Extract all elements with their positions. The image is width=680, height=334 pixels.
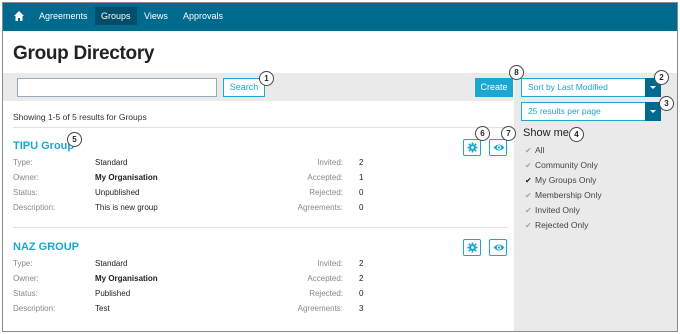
create-button[interactable]: Create xyxy=(475,78,513,97)
filter-option[interactable]: ✔ All xyxy=(525,145,544,155)
filter-option[interactable]: ✔ My Groups Only xyxy=(525,175,596,185)
view-button[interactable] xyxy=(489,139,507,156)
accepted-label: Accepted: xyxy=(307,274,343,283)
filter-option[interactable]: ✔ Rejected Only xyxy=(525,220,588,230)
callout-marker: 6 xyxy=(475,126,490,141)
filter-option-label: Rejected Only xyxy=(535,220,589,230)
group-title-link[interactable]: TIPU Group xyxy=(13,140,74,152)
settings-button[interactable] xyxy=(463,239,481,256)
nav-groups[interactable]: Groups xyxy=(95,7,137,25)
owner-value: My Organisation xyxy=(95,274,158,283)
type-value: Standard xyxy=(95,259,128,268)
eye-icon xyxy=(493,244,505,251)
agreements-label: Agreements: xyxy=(297,304,343,313)
checkmark-icon: ✔ xyxy=(525,176,532,185)
callout-marker: 1 xyxy=(259,71,274,86)
checkmark-icon: ✔ xyxy=(525,206,532,215)
group-title-link[interactable]: NAZ GROUP xyxy=(13,241,79,253)
eye-icon xyxy=(493,144,505,151)
agreements-label: Agreements: xyxy=(297,203,343,212)
status-label: Status: xyxy=(13,289,38,298)
type-label: Type: xyxy=(13,259,33,268)
nav-agreements[interactable]: Agreements xyxy=(39,11,88,21)
callout-marker: 2 xyxy=(654,70,669,85)
home-icon[interactable] xyxy=(13,10,25,22)
filter-option[interactable]: ✔ Membership Only xyxy=(525,190,602,200)
agreements-count: 3 xyxy=(359,304,364,313)
type-label: Type: xyxy=(13,158,33,167)
rejected-count: 0 xyxy=(359,188,364,197)
accepted-count: 1 xyxy=(359,173,364,182)
gear-icon xyxy=(467,142,478,153)
accepted-count: 2 xyxy=(359,274,364,283)
filter-option[interactable]: ✔ Invited Only xyxy=(525,205,580,215)
view-button[interactable] xyxy=(489,239,507,256)
owner-value: My Organisation xyxy=(95,173,158,182)
sort-select[interactable]: Sort by Last Modified xyxy=(521,78,661,97)
accepted-label: Accepted: xyxy=(307,173,343,182)
invited-label: Invited: xyxy=(317,158,343,167)
rejected-count: 0 xyxy=(359,289,364,298)
show-me-heading: Show me xyxy=(523,127,569,139)
type-value: Standard xyxy=(95,158,128,167)
callout-marker: 5 xyxy=(67,132,82,147)
page-size-select[interactable]: 25 results per page xyxy=(521,102,661,121)
description-value: Test xyxy=(95,304,110,313)
page-title: Group Directory xyxy=(13,43,155,64)
checkmark-icon: ✔ xyxy=(525,191,532,200)
status-label: Status: xyxy=(13,188,38,197)
checkmark-icon: ✔ xyxy=(525,161,532,170)
divider xyxy=(13,127,508,128)
filter-option-label: My Groups Only xyxy=(535,175,597,185)
page-size-select-value: 25 results per page xyxy=(528,106,601,116)
filter-option-label: Invited Only xyxy=(535,205,580,215)
description-value: This is new group xyxy=(95,203,158,212)
description-label: Description: xyxy=(13,304,56,313)
divider xyxy=(13,227,508,228)
results-summary: Showing 1-5 of 5 results for Groups xyxy=(13,112,147,122)
status-value: Published xyxy=(95,289,131,298)
rejected-label: Rejected: xyxy=(309,188,343,197)
callout-marker: 4 xyxy=(569,127,584,142)
invited-count: 2 xyxy=(359,259,364,268)
invited-count: 2 xyxy=(359,158,364,167)
filter-option[interactable]: ✔ Community Only xyxy=(525,160,598,170)
nav-views[interactable]: Views xyxy=(144,11,168,21)
gear-icon xyxy=(467,242,478,253)
sort-select-value: Sort by Last Modified xyxy=(528,82,608,92)
callout-marker: 7 xyxy=(501,126,516,141)
filter-option-label: All xyxy=(535,145,545,155)
checkmark-icon: ✔ xyxy=(525,221,532,230)
top-nav-bar: Agreements Groups Views Approvals xyxy=(3,3,677,31)
agreements-count: 0 xyxy=(359,203,364,212)
filter-option-label: Membership Only xyxy=(535,190,602,200)
settings-button[interactable] xyxy=(463,139,481,156)
owner-label: Owner: xyxy=(13,173,39,182)
filter-option-label: Community Only xyxy=(535,160,598,170)
callout-marker: 3 xyxy=(659,96,674,111)
rejected-label: Rejected: xyxy=(309,289,343,298)
app-window: Agreements Groups Views Approvals Group … xyxy=(2,2,678,332)
callout-marker: 8 xyxy=(509,65,524,80)
description-label: Description: xyxy=(13,203,56,212)
invited-label: Invited: xyxy=(317,259,343,268)
status-value: Unpublished xyxy=(95,188,140,197)
nav-approvals[interactable]: Approvals xyxy=(183,11,223,21)
checkmark-icon: ✔ xyxy=(525,146,532,155)
owner-label: Owner: xyxy=(13,274,39,283)
search-input[interactable] xyxy=(17,78,217,97)
